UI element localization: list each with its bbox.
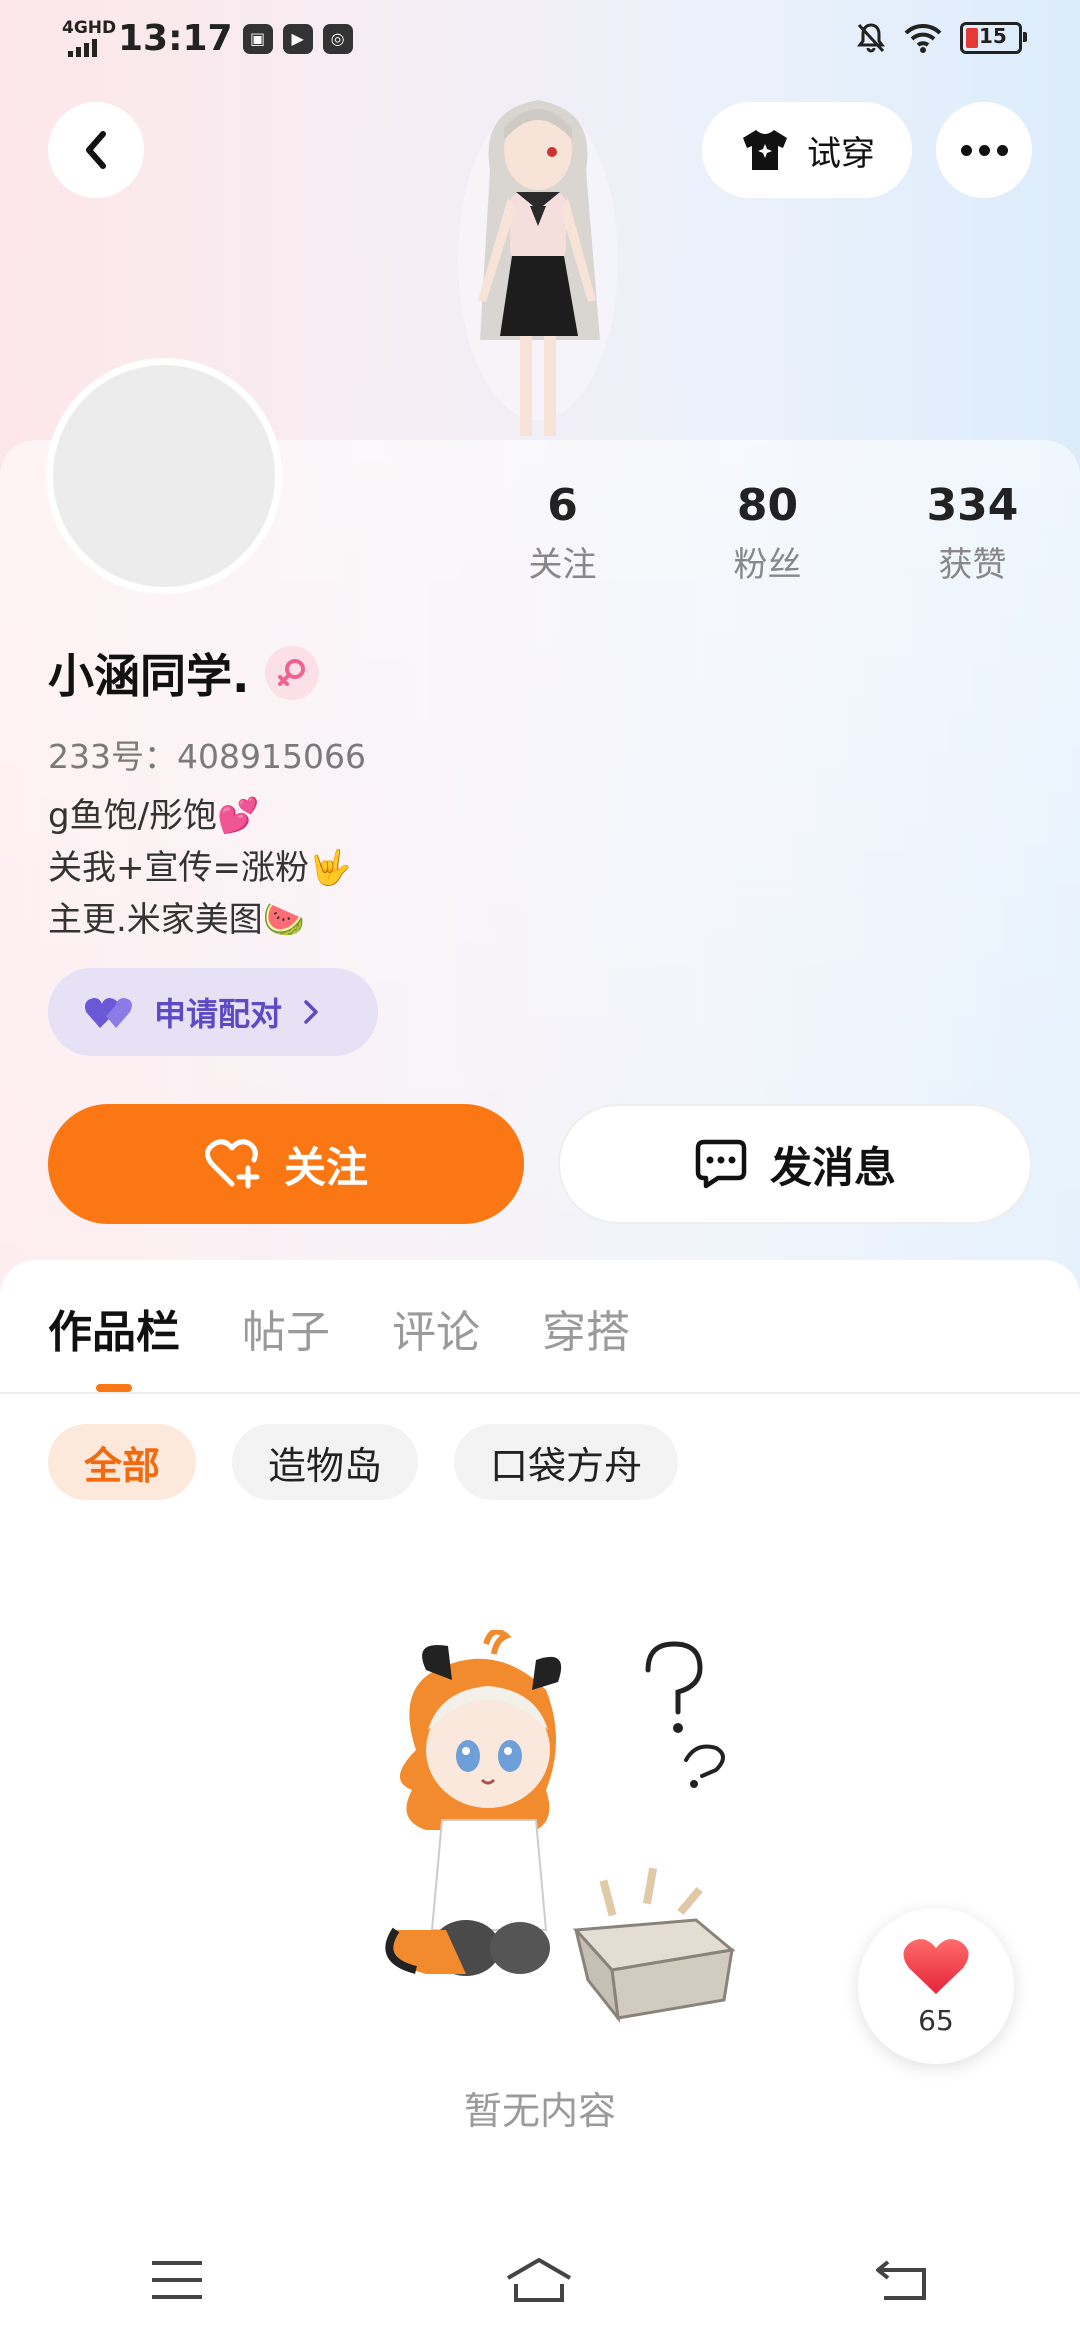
stat-value: 80: [736, 480, 799, 531]
filter-chips: 全部 造物岛 口袋方舟: [48, 1424, 679, 1500]
avatar-character-image: [458, 100, 618, 436]
tab-posts[interactable]: 帖子: [242, 1296, 330, 1360]
floating-like-button[interactable]: 65: [858, 1908, 1014, 2064]
clock: 13:17: [118, 18, 233, 59]
try-on-label: 试穿: [807, 133, 875, 174]
try-on-button[interactable]: 试穿: [702, 102, 912, 198]
stat-label: 获赞: [938, 545, 1007, 585]
more-options-button[interactable]: [936, 102, 1032, 198]
status-bar: 4GHD 13:17 ▣ ▶ ◎ 15: [0, 0, 1080, 90]
tabs-divider: [0, 1392, 1080, 1394]
bio: g鱼饱/彤饱💕 关我+宣传=涨粉🤟 主更.米家美图🍉: [48, 790, 351, 946]
battery-icon: 15: [960, 22, 1027, 54]
menu-icon[interactable]: [150, 2259, 204, 2301]
play-icon: ▶: [282, 23, 313, 54]
nickname-row: 小涵同学.: [48, 640, 320, 706]
tab-comments[interactable]: 评论: [392, 1296, 480, 1360]
tab-outfits[interactable]: 穿搭: [542, 1296, 630, 1360]
battery-level: 15: [979, 24, 1007, 48]
home-icon[interactable]: [504, 2256, 574, 2304]
user-id: 233号：408915066: [48, 737, 366, 776]
heart-plus-icon: [204, 1139, 260, 1189]
send-message-button[interactable]: 发消息: [558, 1104, 1032, 1224]
apply-match-button[interactable]: 申请配对: [48, 968, 378, 1056]
content-tabs: 作品栏 帖子 评论 穿搭: [48, 1296, 692, 1360]
send-message-label: 发消息: [769, 1142, 896, 1192]
network-indicator: 4GHD: [62, 19, 116, 59]
follow-label: 关注: [283, 1142, 368, 1192]
stat-value: 334: [926, 480, 1019, 531]
empty-state-text: 暂无内容: [463, 2089, 616, 2133]
bio-line: 关我+宣传=涨粉🤟: [48, 848, 352, 888]
apply-match-label: 申请配对: [154, 995, 283, 1033]
follow-button[interactable]: 关注: [48, 1104, 524, 1224]
tab-works[interactable]: 作品栏: [48, 1296, 180, 1360]
bio-line: g鱼饱/彤饱💕: [48, 796, 260, 836]
tshirt-icon: [743, 130, 787, 170]
filter-chip-creation-island[interactable]: 造物岛: [232, 1424, 419, 1500]
empty-state-illustration: [385, 1630, 736, 2024]
bio-line: 主更.米家美图🍉: [48, 900, 306, 940]
chevron-left-icon: [86, 131, 106, 169]
back-nav-icon[interactable]: [874, 2258, 930, 2302]
mute-bell-icon: [857, 23, 885, 53]
back-button[interactable]: [48, 102, 144, 198]
stat-value: 6: [547, 480, 578, 531]
chat-app-icon: ◎: [322, 23, 353, 54]
stat-likes[interactable]: 334 获赞: [870, 480, 1075, 586]
like-count: 65: [918, 2003, 954, 2037]
filter-chip-all[interactable]: 全部: [48, 1424, 197, 1500]
stat-followers[interactable]: 80 粉丝: [665, 480, 870, 586]
profile-stats: 6 关注 80 粉丝 334 获赞: [460, 480, 1080, 586]
filter-chip-pocket-ark[interactable]: 口袋方舟: [454, 1424, 679, 1500]
avatar[interactable]: [46, 358, 282, 594]
chevron-right-icon: [304, 1000, 318, 1024]
network-type: 4GHD: [62, 17, 117, 38]
stat-label: 关注: [528, 545, 597, 585]
message-bubble-icon: [695, 1139, 747, 1189]
wifi-icon: [904, 23, 942, 53]
system-nav-bar: [0, 2220, 1080, 2340]
active-tab-indicator: [96, 1384, 132, 1392]
nickname: 小涵同学.: [48, 649, 250, 703]
more-dot-icon: [960, 144, 972, 156]
content-section: 作品栏 帖子 评论 穿搭 全部 造物岛 口袋方舟 暂无内容: [0, 1260, 1080, 2340]
gamepad-icon: ▣: [242, 23, 273, 54]
heart-icon: [903, 1938, 969, 1994]
stat-label: 粉丝: [733, 545, 802, 585]
stat-following[interactable]: 6 关注: [460, 480, 665, 586]
double-heart-icon: [85, 998, 132, 1028]
female-icon: [265, 646, 320, 700]
